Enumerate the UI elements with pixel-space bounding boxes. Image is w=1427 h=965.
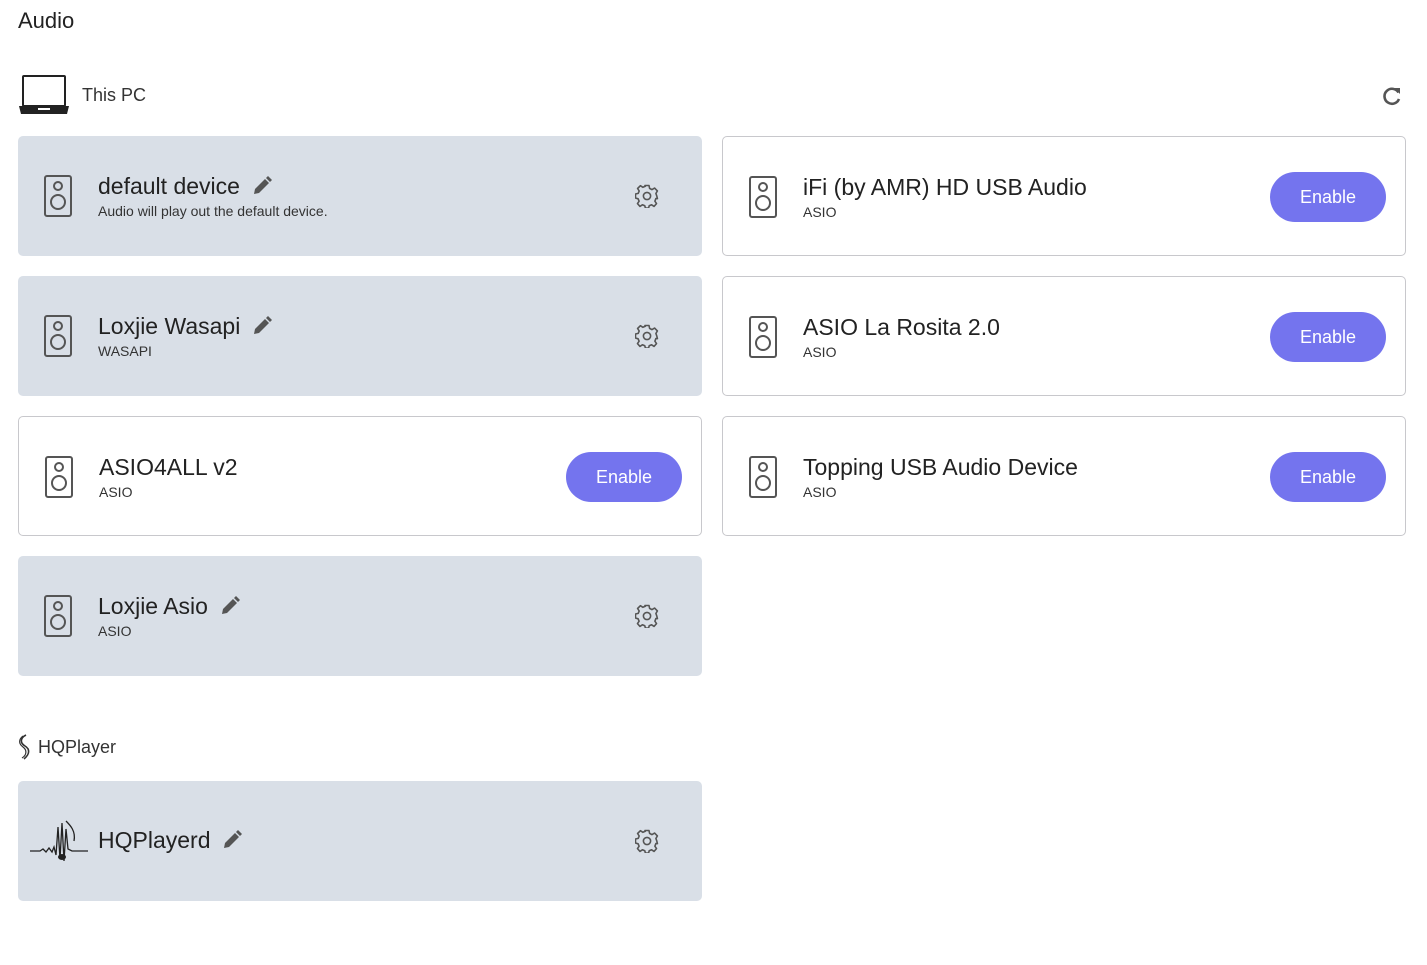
device-protocol: ASIO [803,344,837,360]
device-name: HQPlayerd [98,827,211,853]
section-this-pc-header: This PC [18,74,146,116]
device-name: Loxjie Wasapi [98,313,241,339]
speaker-icon [44,595,72,637]
section-label-this-pc: This PC [82,84,147,105]
refresh-icon[interactable] [1380,84,1404,108]
device-protocol: ASIO [803,204,837,220]
gear-icon[interactable] [635,324,659,348]
device-card-loxjie-wasapi[interactable]: Loxjie Wasapi WASAPI [18,276,702,396]
speaker-icon [749,456,777,498]
device-card-ifi: iFi (by AMR) HD USB Audio ASIO Enable [722,136,1406,256]
device-name: ASIO La Rosita 2.0 [803,314,1000,340]
device-protocol: ASIO [99,484,133,500]
enable-button[interactable]: Enable [1270,452,1386,502]
device-name: default device [98,173,240,199]
device-card-la-rosita: ASIO La Rosita 2.0 ASIO Enable [722,276,1406,396]
pencil-icon[interactable] [222,830,243,850]
enable-button[interactable]: Enable [1270,312,1386,362]
device-name: Loxjie Asio [98,593,208,619]
enable-button[interactable]: Enable [1270,172,1386,222]
speaker-icon [749,176,777,218]
speaker-icon [45,456,73,498]
gear-icon[interactable] [635,604,659,628]
device-name: Topping USB Audio Device [803,454,1078,480]
device-description: Audio will play out the default device. [98,203,328,219]
gear-icon[interactable] [635,184,659,208]
device-protocol: WASAPI [98,343,152,359]
hqplayer-logo-icon [19,734,30,760]
speaker-icon [749,316,777,358]
device-card-default-device[interactable]: default device Audio will play out the d… [18,136,702,256]
device-card-topping: Topping USB Audio Device ASIO Enable [722,416,1406,536]
speaker-icon [44,175,72,217]
pencil-icon[interactable] [252,316,273,336]
device-card-hqplayerd[interactable]: HQPlayerd [18,781,702,901]
device-name: iFi (by AMR) HD USB Audio [803,174,1087,200]
device-name: ASIO4ALL v2 [99,454,238,480]
enable-button[interactable]: Enable [566,452,682,502]
page-title: Audio [18,8,75,33]
device-protocol: ASIO [803,484,837,500]
laptop-icon [19,75,69,114]
section-label-hqplayer: HQPlayer [38,736,117,757]
speaker-icon [44,315,72,357]
device-card-asio4all: ASIO4ALL v2 ASIO Enable [18,416,702,536]
pencil-icon[interactable] [252,176,272,196]
section-hqplayer-header: HQPlayer [18,734,116,760]
pencil-icon[interactable] [220,596,240,616]
device-card-loxjie-asio[interactable]: Loxjie Asio ASIO [18,556,702,676]
hqplayer-waveform-icon [30,820,88,862]
gear-icon[interactable] [635,829,659,853]
device-protocol: ASIO [98,623,132,639]
